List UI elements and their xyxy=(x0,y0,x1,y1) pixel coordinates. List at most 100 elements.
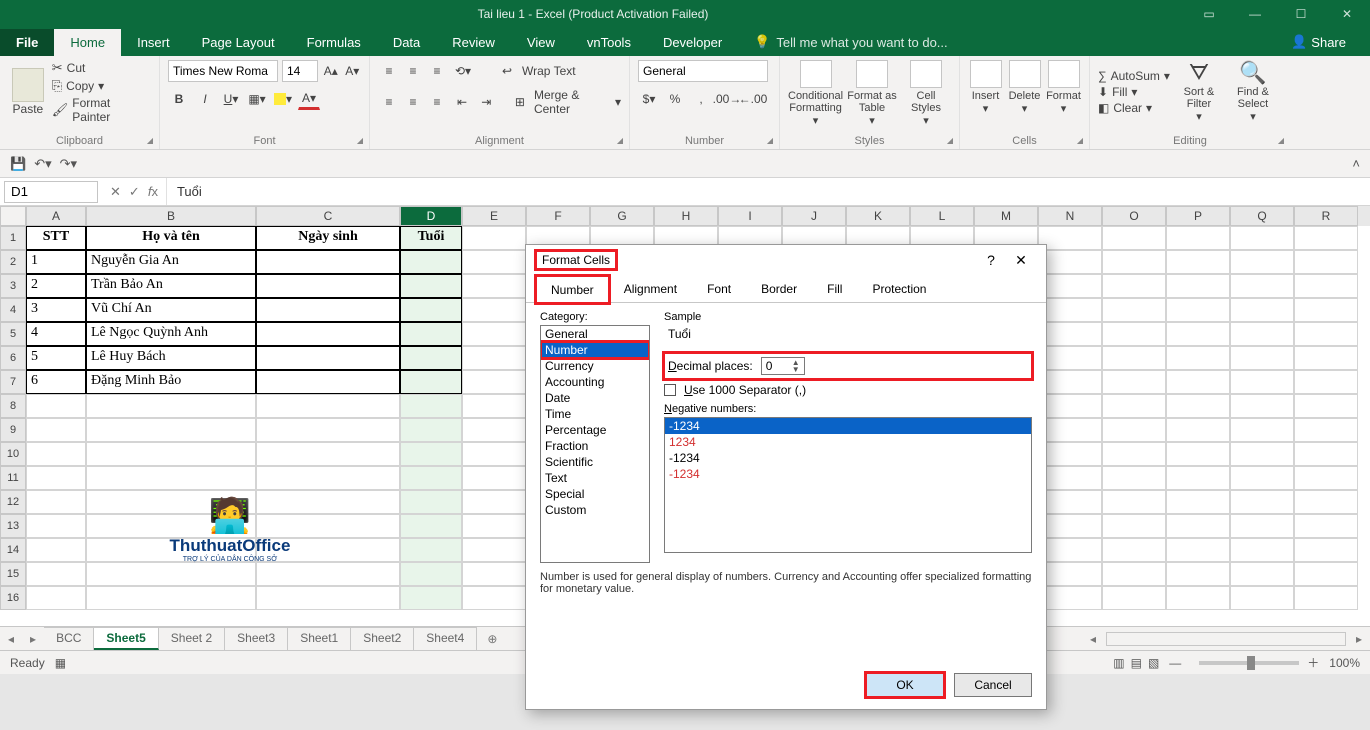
row-header[interactable]: 13 xyxy=(0,514,26,538)
cell[interactable]: 6 xyxy=(26,370,86,394)
border-button[interactable]: ▦▾ xyxy=(246,88,268,110)
cell[interactable] xyxy=(1166,514,1230,538)
column-header-N[interactable]: N xyxy=(1038,206,1102,226)
dialog-tab-font[interactable]: Font xyxy=(692,275,746,302)
cell[interactable] xyxy=(462,514,526,538)
tab-insert[interactable]: Insert xyxy=(121,29,186,56)
cell[interactable] xyxy=(26,466,86,490)
cell[interactable]: Lê Huy Bách xyxy=(86,346,256,370)
cell[interactable] xyxy=(26,514,86,538)
new-sheet-button[interactable]: ⊕ xyxy=(477,632,507,646)
cell[interactable] xyxy=(1166,490,1230,514)
cell[interactable] xyxy=(1038,370,1102,394)
cell[interactable] xyxy=(1230,394,1294,418)
find-select-button[interactable]: 🔍Find & Select▾ xyxy=(1228,60,1278,123)
align-right-icon[interactable]: ≡ xyxy=(426,91,448,113)
cell[interactable] xyxy=(1294,394,1358,418)
dialog-tab-fill[interactable]: Fill xyxy=(812,275,857,302)
sheet-tab[interactable]: Sheet3 xyxy=(225,627,288,650)
ribbon-display-icon[interactable]: ▭ xyxy=(1186,7,1232,21)
cell[interactable] xyxy=(26,490,86,514)
column-header-E[interactable]: E xyxy=(462,206,526,226)
cell[interactable] xyxy=(1038,226,1102,250)
cell[interactable]: 3 xyxy=(26,298,86,322)
cell[interactable]: Vũ Chí An xyxy=(86,298,256,322)
cell[interactable] xyxy=(86,466,256,490)
cell[interactable] xyxy=(1230,418,1294,442)
cell[interactable]: Ngày sinh xyxy=(256,226,400,250)
cell[interactable] xyxy=(1102,514,1166,538)
cell[interactable] xyxy=(1294,250,1358,274)
cell[interactable] xyxy=(26,418,86,442)
cell[interactable] xyxy=(1230,466,1294,490)
tab-pagelayout[interactable]: Page Layout xyxy=(186,29,291,56)
orientation-icon[interactable]: ⟲▾ xyxy=(452,60,474,82)
dialog-tab-border[interactable]: Border xyxy=(746,275,812,302)
font-size-combo[interactable] xyxy=(282,60,318,82)
close-icon[interactable]: ✕ xyxy=(1324,7,1370,21)
cell[interactable] xyxy=(1102,490,1166,514)
tab-developer[interactable]: Developer xyxy=(647,29,738,56)
category-item[interactable]: Accounting xyxy=(541,374,649,390)
maximize-icon[interactable]: ☐ xyxy=(1278,7,1324,21)
minimize-icon[interactable]: — xyxy=(1232,7,1278,21)
cell[interactable] xyxy=(86,586,256,610)
dialog-help-icon[interactable]: ? xyxy=(976,252,1006,268)
cell[interactable] xyxy=(1294,418,1358,442)
thousand-separator-checkbox[interactable] xyxy=(664,384,676,396)
cell[interactable] xyxy=(1102,298,1166,322)
cell[interactable] xyxy=(1230,298,1294,322)
category-item[interactable]: Scientific xyxy=(541,454,649,470)
paste-button[interactable]: Paste xyxy=(8,68,48,116)
cell[interactable] xyxy=(1102,250,1166,274)
cell[interactable] xyxy=(462,442,526,466)
cell[interactable] xyxy=(256,274,400,298)
cell[interactable] xyxy=(1294,466,1358,490)
cell[interactable] xyxy=(256,322,400,346)
cell[interactable]: 1 xyxy=(26,250,86,274)
category-item[interactable]: Percentage xyxy=(541,422,649,438)
cell[interactable] xyxy=(1038,322,1102,346)
cell[interactable] xyxy=(400,418,462,442)
cell[interactable] xyxy=(462,394,526,418)
cell[interactable] xyxy=(1038,586,1102,610)
cell[interactable] xyxy=(462,370,526,394)
cell[interactable] xyxy=(1230,586,1294,610)
cell[interactable] xyxy=(1102,226,1166,250)
cell[interactable] xyxy=(1294,562,1358,586)
merge-center-button[interactable]: Merge & Center xyxy=(534,88,611,116)
cell[interactable] xyxy=(462,298,526,322)
cell[interactable] xyxy=(1102,418,1166,442)
cell[interactable] xyxy=(1230,514,1294,538)
cell[interactable]: Lê Ngọc Quỳnh Anh xyxy=(86,322,256,346)
cell[interactable] xyxy=(1166,322,1230,346)
cancel-button[interactable]: Cancel xyxy=(954,673,1032,697)
column-header-L[interactable]: L xyxy=(910,206,974,226)
page-layout-view-icon[interactable]: ▤ xyxy=(1131,656,1142,670)
cell[interactable] xyxy=(400,346,462,370)
row-header[interactable]: 4 xyxy=(0,298,26,322)
enter-edit-icon[interactable]: ✓ xyxy=(129,184,140,200)
cell[interactable] xyxy=(26,538,86,562)
category-item[interactable]: Fraction xyxy=(541,438,649,454)
hscroll-right-icon[interactable]: ▸ xyxy=(1348,632,1370,646)
format-cells-button[interactable]: Format▾ xyxy=(1046,60,1081,115)
column-header-M[interactable]: M xyxy=(974,206,1038,226)
cell[interactable] xyxy=(26,442,86,466)
negative-item[interactable]: -1234 xyxy=(665,450,1031,466)
cell[interactable] xyxy=(86,418,256,442)
category-item[interactable]: Text xyxy=(541,470,649,486)
cell[interactable] xyxy=(400,250,462,274)
row-header[interactable]: 9 xyxy=(0,418,26,442)
column-header-D[interactable]: D xyxy=(400,206,462,226)
cell[interactable] xyxy=(1294,490,1358,514)
share-button[interactable]: 👤Share xyxy=(1275,28,1362,56)
cell[interactable] xyxy=(86,442,256,466)
insert-cells-button[interactable]: Insert▾ xyxy=(968,60,1003,115)
sheet-tab[interactable]: Sheet1 xyxy=(288,627,351,650)
cell[interactable]: 2 xyxy=(26,274,86,298)
decrease-indent-icon[interactable]: ⇤ xyxy=(452,91,472,113)
cell[interactable] xyxy=(1102,346,1166,370)
cell[interactable]: Đặng Minh Bảo xyxy=(86,370,256,394)
increase-decimal-icon[interactable]: .00→ xyxy=(716,88,738,110)
